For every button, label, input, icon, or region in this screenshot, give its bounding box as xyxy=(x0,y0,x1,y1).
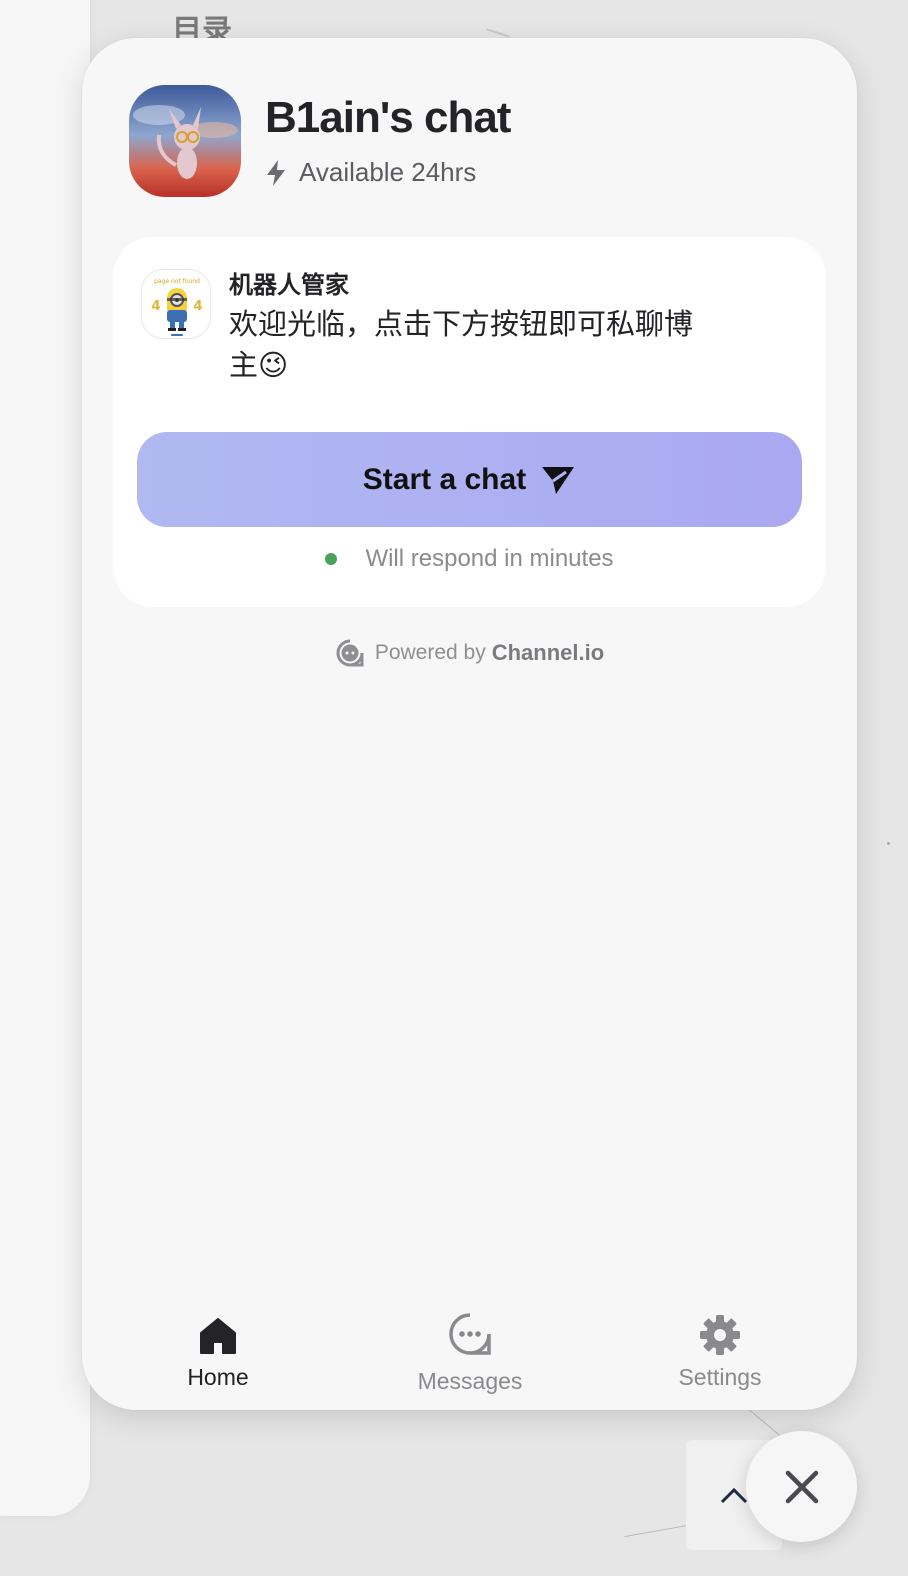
response-time-indicator: Will respond in minutes xyxy=(113,545,826,573)
nav-tab-messages[interactable]: Messages xyxy=(370,1306,570,1395)
start-chat-label: Start a chat xyxy=(362,462,527,496)
channel-avatar xyxy=(129,85,241,197)
background-decoration xyxy=(624,1523,694,1538)
close-widget-button[interactable] xyxy=(746,1431,857,1542)
chat-bubble-icon xyxy=(449,1313,491,1355)
start-chat-button[interactable]: Start a chat xyxy=(137,432,802,527)
close-icon xyxy=(785,1470,818,1503)
response-time-text: Will respond in minutes xyxy=(365,545,614,572)
online-status-dot xyxy=(325,553,338,565)
lightning-icon xyxy=(267,159,285,186)
widget-header: B1ain's chat Available 24hrs xyxy=(129,85,511,197)
bottom-navigation: Home Messages Settings xyxy=(82,1306,857,1396)
gear-icon xyxy=(700,1315,740,1355)
welcome-card: page not found 4 4 机器人管家 欢迎光临，点击下方按钮即可私聊… xyxy=(113,237,826,607)
background-page-panel xyxy=(0,0,90,1516)
bot-message: page not found 4 4 机器人管家 欢迎光临，点击下方按钮即可私聊… xyxy=(141,269,719,387)
bot-avatar: page not found 4 4 xyxy=(141,269,211,339)
toc-title: 目录 xyxy=(172,15,232,38)
nav-label-messages: Messages xyxy=(417,1368,523,1394)
background-decoration xyxy=(486,28,510,38)
svg-text:4: 4 xyxy=(151,299,160,314)
bot-name: 机器人管家 xyxy=(229,272,349,299)
send-icon xyxy=(542,466,575,494)
availability-text: Available 24hrs xyxy=(299,157,477,187)
home-icon xyxy=(200,1318,236,1354)
nav-tab-settings[interactable]: Settings xyxy=(620,1306,820,1391)
availability-status: Available 24hrs xyxy=(265,157,510,188)
powered-by-prefix: Powered by xyxy=(374,641,486,664)
svg-text:page not found: page not found xyxy=(154,278,200,285)
powered-by-brand: Channel.io xyxy=(491,640,605,665)
powered-by-link[interactable]: Powered by Channel.io xyxy=(82,638,857,668)
nav-label-settings: Settings xyxy=(678,1364,762,1390)
chevron-up-icon xyxy=(720,1487,748,1504)
nav-tab-home[interactable]: Home xyxy=(118,1306,318,1391)
background-decoration xyxy=(887,842,890,845)
chat-widget: B1ain's chat Available 24hrs page not fo… xyxy=(82,38,857,1410)
channel-logo-icon xyxy=(336,639,364,667)
svg-text:4: 4 xyxy=(193,299,202,314)
nav-label-home: Home xyxy=(187,1364,249,1390)
bot-message-text: 欢迎光临，点击下方按钮即可私聊博主😉 xyxy=(229,309,694,382)
channel-name: B1ain's chat xyxy=(265,93,511,142)
